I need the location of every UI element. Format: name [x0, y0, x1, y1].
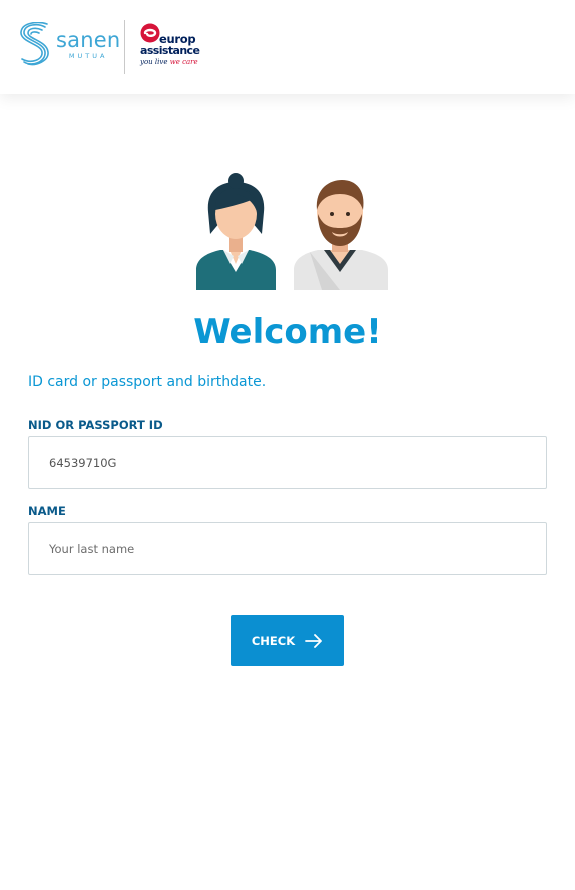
man-avatar	[294, 180, 388, 290]
name-input[interactable]	[28, 522, 547, 575]
europ-assistance-logo-icon	[140, 23, 160, 43]
check-button[interactable]: CHECK	[231, 615, 344, 666]
instructions-text: ID card or passport and birthdate.	[28, 374, 267, 390]
woman-avatar	[196, 173, 276, 290]
nid-input[interactable]	[28, 436, 547, 489]
europ-assistance-logo[interactable]: europ assistance you live we care	[139, 22, 200, 70]
customer-service-avatars-icon	[196, 173, 388, 290]
europ-tagline: you live we care	[140, 58, 198, 66]
tagline-part1: you live	[140, 58, 170, 66]
europ-brand-line2: assistance	[140, 44, 200, 57]
sanen-brand-name: sanen	[56, 28, 121, 53]
tagline-part2: we care	[169, 58, 198, 66]
app-header: sanen MUTUA europ assistance you live we…	[0, 0, 575, 94]
sanen-logo[interactable]: sanen MUTUA	[20, 22, 120, 68]
sanen-brand-sub: MUTUA	[68, 52, 108, 61]
nid-label: NID OR PASSPORT ID	[28, 418, 163, 432]
name-label: NAME	[28, 504, 66, 518]
logo-divider	[124, 20, 125, 74]
arrow-right-icon	[305, 633, 323, 648]
check-button-label: CHECK	[251, 633, 296, 648]
sanen-s-logo-icon	[20, 22, 49, 66]
welcome-heading: Welcome!	[193, 312, 382, 352]
